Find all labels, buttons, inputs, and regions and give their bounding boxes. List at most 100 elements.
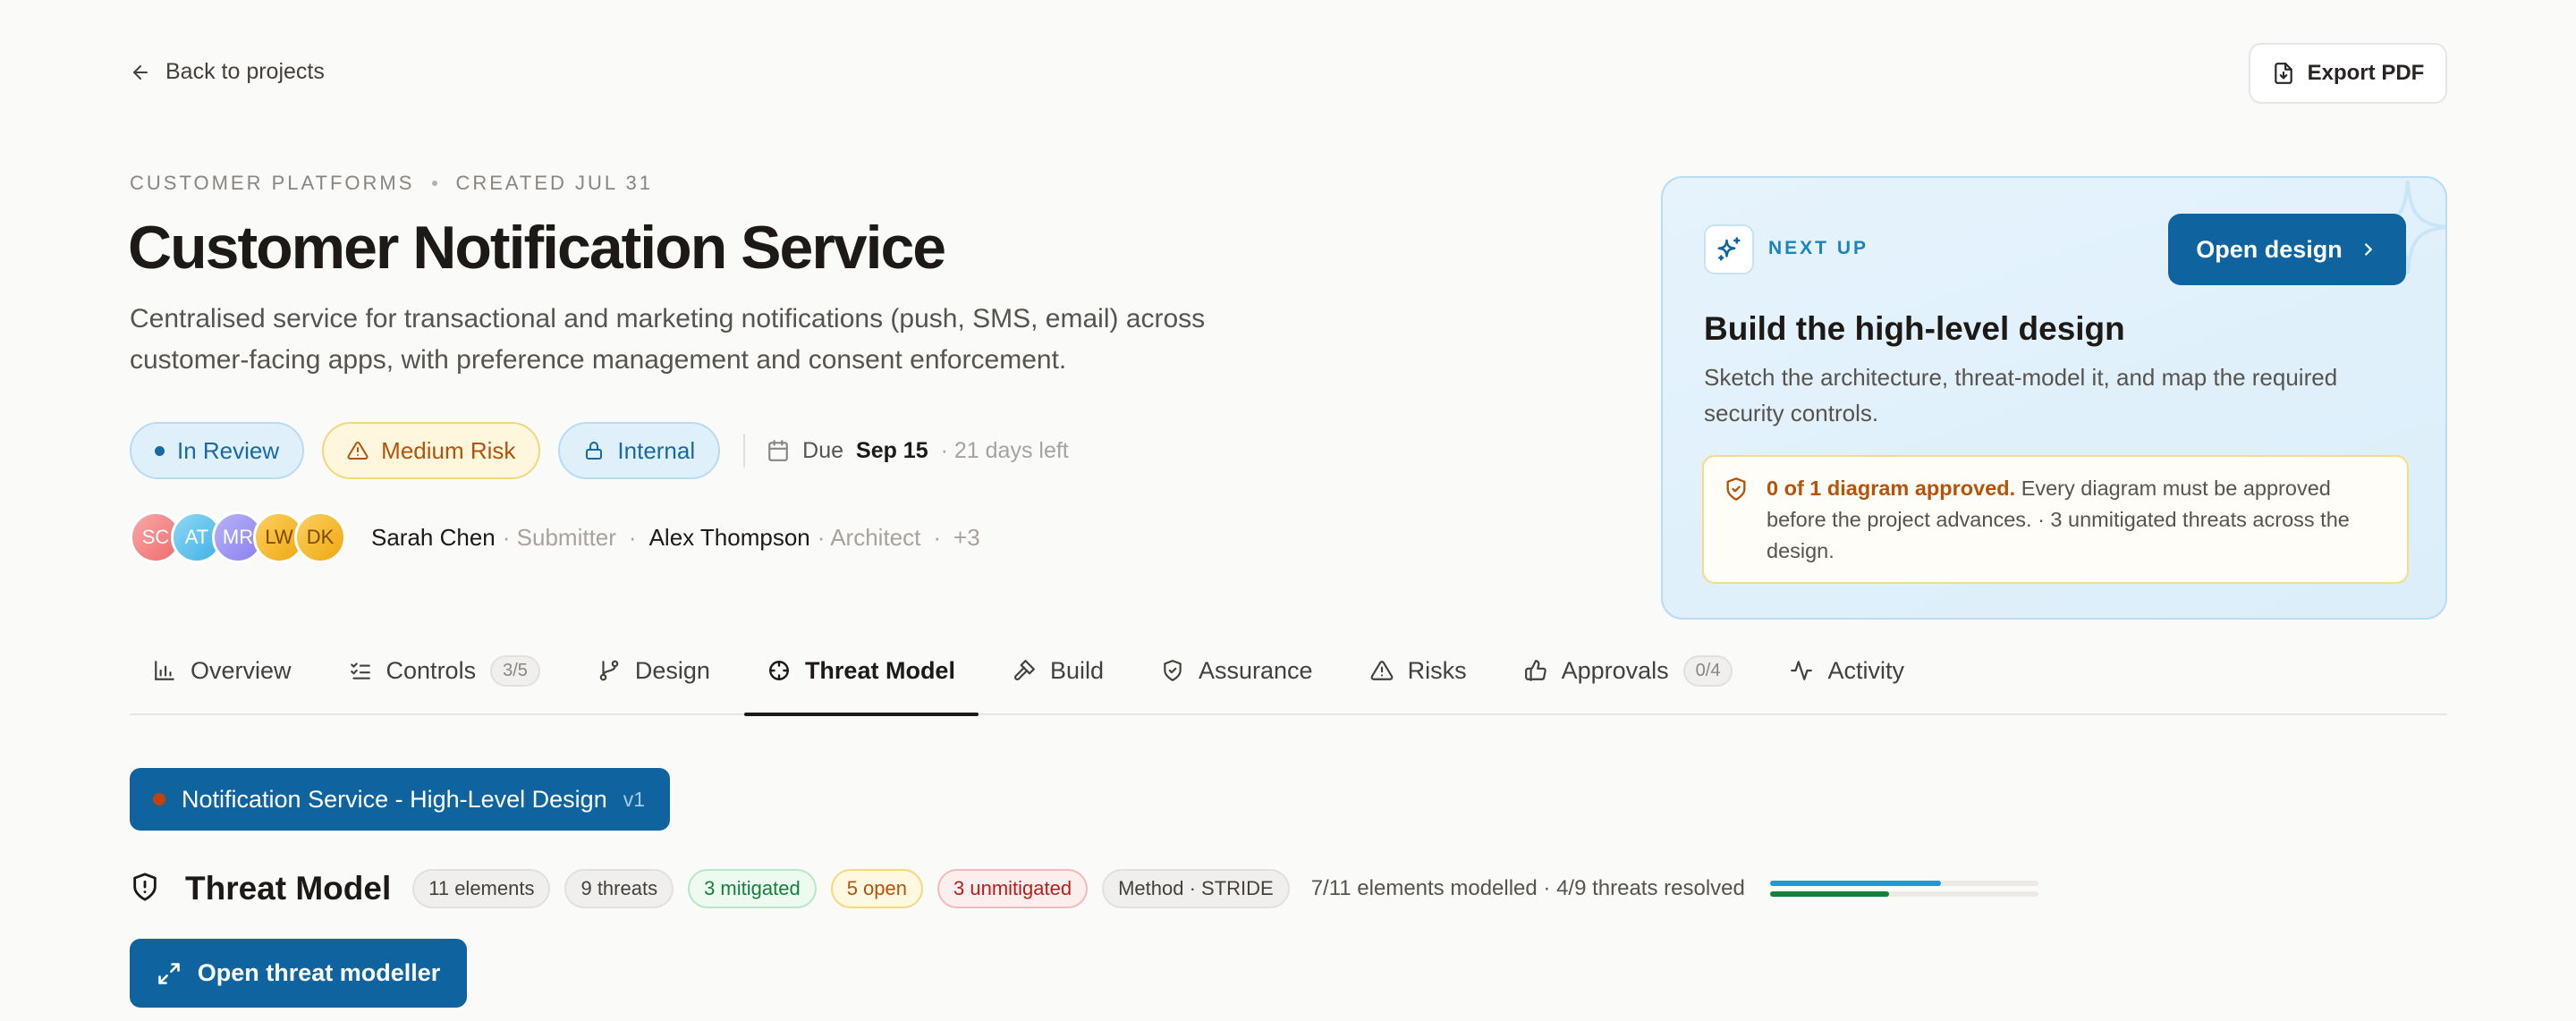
- more-people-count[interactable]: +3: [953, 524, 980, 552]
- project-description: Centralised service for transactional an…: [130, 304, 1206, 375]
- threats-progress-bar: [1769, 891, 2038, 897]
- status-label: In Review: [177, 436, 280, 464]
- warning-strong: 0 of 1 diagram approved.: [1767, 477, 2016, 500]
- project-page: Back to projects Export PDF CUSTOMER PLA…: [0, 0, 2576, 1021]
- sparkles-icon: [1717, 237, 1741, 261]
- people-separator: ·: [933, 523, 942, 551]
- project-eyebrow: CUSTOMER PLATFORMS CREATED JUL 31: [130, 172, 653, 195]
- approval-warning: 0 of 1 diagram approved. Every diagram m…: [1702, 455, 2409, 584]
- people-separator: ·: [628, 523, 637, 551]
- list-checks-icon: [350, 662, 370, 679]
- shield-alert-icon: [133, 872, 157, 901]
- classification-label: Internal: [617, 436, 696, 464]
- tab-label: Activity: [1827, 656, 1904, 684]
- tab-label: Controls: [386, 656, 477, 684]
- expand-icon: [157, 962, 180, 984]
- threats-progress-fill: [1769, 891, 1890, 897]
- diagram-status-dot: [153, 793, 165, 806]
- export-pdf-label: Export PDF: [2307, 61, 2425, 85]
- next-up-icon-box: [1704, 224, 1754, 274]
- due-date-value: Sep 15: [856, 437, 928, 463]
- avatar-stack[interactable]: SC AT MR LW DK: [130, 511, 346, 563]
- project-people: SC AT MR LW DK Sarah Chen · Submitter · …: [130, 511, 980, 563]
- threats-chip: 9 threats: [564, 869, 674, 908]
- due-remaining: · 21 days left: [940, 437, 1069, 463]
- elements-chip: 11 elements: [412, 869, 551, 908]
- next-up-card: NEXT UP Open design Build the high-level…: [1661, 176, 2447, 620]
- tab-activity[interactable]: Activity: [1767, 627, 1928, 714]
- threat-model-stats: 7/11 elements modelled · 4/9 threats res…: [1310, 876, 1745, 900]
- open-design-button[interactable]: Open design: [2168, 214, 2406, 285]
- submitter-name: Sarah Chen: [371, 523, 496, 551]
- git-branch-icon: [599, 660, 619, 681]
- tab-label: Design: [634, 656, 710, 684]
- open-threat-modeller-label: Open threat modeller: [197, 959, 441, 986]
- file-download-icon: [2274, 63, 2292, 84]
- avatar: DK: [294, 511, 346, 563]
- thumbs-up-icon: [1524, 660, 1546, 681]
- tab-threat-model[interactable]: Threat Model: [743, 627, 979, 716]
- page-title: Customer Notification Service: [128, 214, 946, 282]
- back-link-label: Back to projects: [165, 59, 325, 84]
- crosshair-icon: [768, 661, 789, 680]
- tab-label: Build: [1049, 656, 1104, 684]
- elements-progress-fill: [1769, 881, 1941, 886]
- classification-badge: Internal: [558, 422, 721, 479]
- threat-model-title: Threat Model: [185, 870, 392, 907]
- threat-model-icon-wrap: [130, 872, 160, 907]
- diagram-name: Notification Service - High-Level Design: [182, 785, 607, 813]
- shield-check-icon: [1164, 660, 1182, 681]
- export-pdf-button[interactable]: Export PDF: [2249, 43, 2447, 104]
- tab-label: Approvals: [1561, 656, 1669, 684]
- open-threat-modeller-button[interactable]: Open threat modeller: [130, 939, 467, 1008]
- tab-label: Assurance: [1199, 656, 1313, 684]
- tab-approvals[interactable]: Approvals 0/4: [1501, 627, 1757, 714]
- diagram-selector[interactable]: Notification Service - High-Level Design…: [130, 768, 671, 831]
- diagram-version: v1: [623, 787, 646, 811]
- mitigated-chip: 3 mitigated: [688, 869, 817, 908]
- shield-check-icon: [1726, 477, 1746, 501]
- org-name: CUSTOMER PLATFORMS: [130, 172, 415, 194]
- project-badges: In Review Medium Risk Internal Due Sep 1…: [130, 422, 1069, 479]
- bar-chart-icon: [155, 661, 174, 680]
- status-badge: In Review: [130, 422, 305, 479]
- tab-assurance[interactable]: Assurance: [1138, 627, 1336, 714]
- tab-risks[interactable]: Risks: [1347, 627, 1490, 714]
- unmitigated-chip: 3 unmitigated: [937, 869, 1089, 908]
- warning-text-block: 0 of 1 diagram approved. Every diagram m…: [1767, 473, 2393, 567]
- tab-count-badge: 0/4: [1682, 654, 1733, 687]
- due-date: Due Sep 15 · 21 days left: [767, 438, 1069, 464]
- method-chip: Method · STRIDE: [1102, 869, 1290, 908]
- back-to-projects-link[interactable]: Back to projects: [130, 59, 325, 85]
- tab-label: Risks: [1407, 656, 1467, 684]
- due-label: Due: [802, 437, 844, 463]
- risk-label: Medium Risk: [381, 436, 516, 464]
- tab-controls[interactable]: Controls 3/5: [326, 627, 564, 714]
- status-dot: [155, 445, 165, 456]
- progress-bars: [1769, 881, 2038, 897]
- open-chip: 5 open: [830, 869, 923, 908]
- project-tabs: Overview Controls 3/5 Design Threat Mode…: [130, 627, 2447, 716]
- tab-count-badge: 3/5: [490, 654, 540, 687]
- architect-name: Alex Thompson: [648, 523, 810, 551]
- lock-icon: [586, 442, 603, 460]
- tab-build[interactable]: Build: [989, 627, 1127, 714]
- open-design-label: Open design: [2196, 235, 2343, 263]
- next-up-description: Sketch the architecture, threat-model it…: [1704, 364, 2338, 426]
- threat-model-summary: Threat Model 11 elements 9 threats 3 mit…: [130, 869, 2038, 908]
- arrow-left-icon: [133, 64, 148, 80]
- badge-divider: [743, 434, 746, 468]
- architect-role: · Architect: [817, 523, 921, 551]
- eyebrow-separator: [432, 181, 438, 186]
- tab-overview[interactable]: Overview: [130, 627, 315, 714]
- risk-badge: Medium Risk: [322, 422, 541, 479]
- submitter-role: · Submitter: [502, 523, 616, 551]
- warning-triangle-icon: [1370, 661, 1393, 680]
- created-date: CREATED JUL 31: [455, 172, 653, 194]
- calendar-icon: [768, 440, 788, 461]
- tab-label: Overview: [191, 656, 292, 684]
- activity-icon: [1791, 661, 1813, 680]
- tab-design[interactable]: Design: [574, 627, 733, 714]
- elements-progress-bar: [1769, 881, 2038, 886]
- next-up-label: NEXT UP: [1768, 238, 1869, 258]
